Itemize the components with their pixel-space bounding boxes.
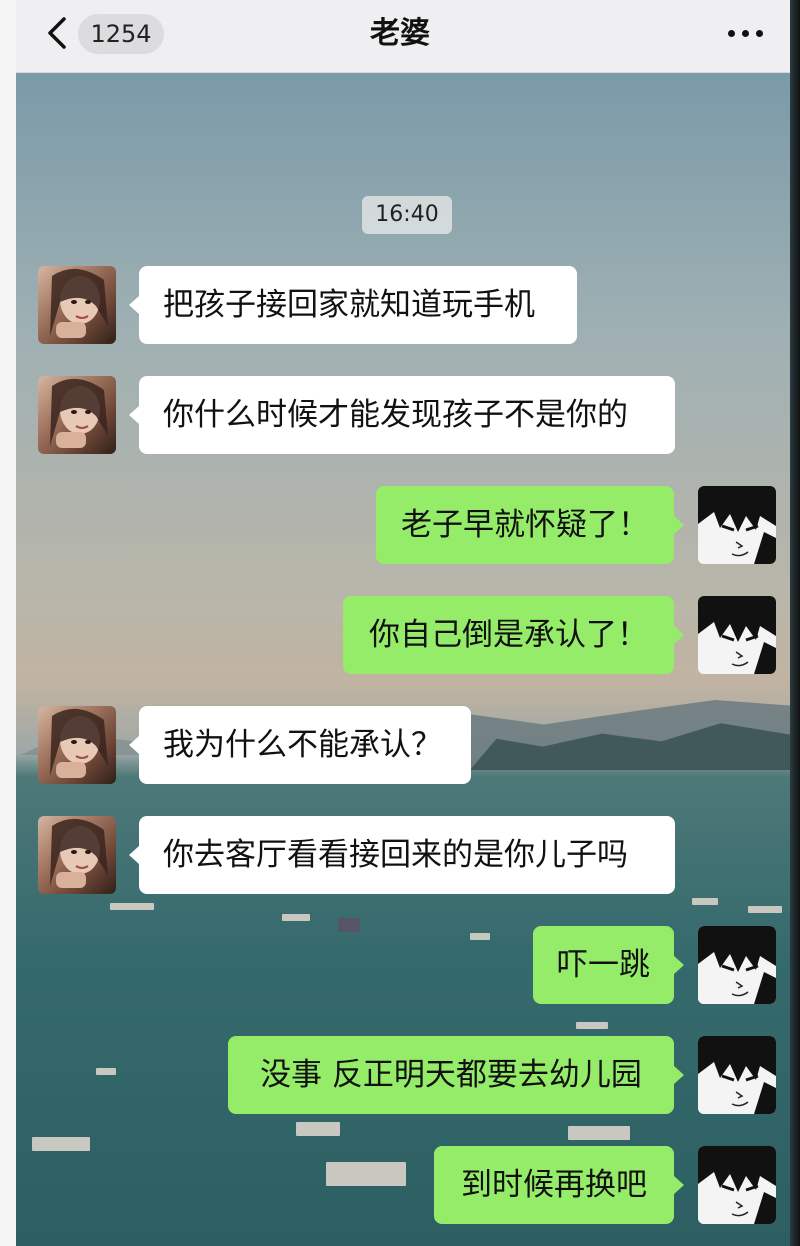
wallpaper-boat (338, 918, 360, 932)
contact-avatar[interactable] (38, 266, 116, 344)
sent-message[interactable]: 到时候再换吧 (434, 1146, 684, 1224)
wallpaper-boat (110, 903, 154, 910)
message-text: 把孩子接回家就知道玩手机 (163, 287, 535, 323)
wallpaper-boat (748, 906, 782, 913)
message-text: 到时候再换吧 (461, 1167, 647, 1203)
wallpaper-boat (296, 1122, 340, 1136)
more-dots-icon[interactable] (728, 30, 764, 38)
message-text: 我为什么不能承认？ (163, 727, 442, 763)
screen-edge-left (0, 0, 16, 1246)
sent-message[interactable]: 你自己倒是承认了！ (343, 596, 684, 674)
wallpaper-boat (326, 1162, 406, 1186)
wallpaper-boat (470, 933, 490, 940)
message-text: 你什么时候才能发现孩子不是你的 (163, 397, 628, 433)
contact-avatar[interactable] (38, 376, 116, 454)
my-avatar[interactable] (698, 926, 776, 1004)
my-avatar[interactable] (698, 486, 776, 564)
sent-message[interactable]: 没事 反正明天都要去幼儿园 (228, 1036, 684, 1114)
message-text: 你去客厅看看接回来的是你儿子吗 (163, 837, 628, 873)
sent-message[interactable]: 老子早就怀疑了！ (376, 486, 684, 564)
received-message[interactable]: 我为什么不能承认？ (129, 706, 471, 784)
received-message[interactable]: 你去客厅看看接回来的是你儿子吗 (129, 816, 675, 894)
nav-bar: 1254 老婆 (0, 0, 800, 73)
my-avatar[interactable] (698, 1036, 776, 1114)
wallpaper-boat (576, 1022, 608, 1029)
message-text: 没事 反正明天都要去幼儿园 (260, 1057, 642, 1093)
chat-title: 老婆 (370, 16, 430, 51)
my-avatar[interactable] (698, 1146, 776, 1224)
contact-avatar[interactable] (38, 816, 116, 894)
wallpaper-boat (32, 1137, 90, 1151)
contact-avatar[interactable] (38, 706, 116, 784)
message-text: 吓一跳 (557, 947, 650, 983)
screen-edge-right (790, 0, 800, 1246)
sent-message[interactable]: 吓一跳 (533, 926, 684, 1004)
wallpaper-boat (568, 1126, 630, 1140)
message-text: 你自己倒是承认了！ (369, 617, 648, 653)
chat-screen: 1254 老婆 16:40 把孩子接回家就知道玩手机 你什么时候才能发现孩子不是… (0, 0, 800, 1246)
my-avatar[interactable] (698, 596, 776, 674)
message-timestamp: 16:40 (362, 196, 452, 234)
received-message[interactable]: 把孩子接回家就知道玩手机 (129, 266, 577, 344)
wallpaper-boat (692, 898, 718, 905)
wallpaper-boat (96, 1068, 116, 1075)
wallpaper-boat (282, 914, 310, 921)
message-text: 老子早就怀疑了！ (401, 507, 649, 543)
received-message[interactable]: 你什么时候才能发现孩子不是你的 (129, 376, 675, 454)
